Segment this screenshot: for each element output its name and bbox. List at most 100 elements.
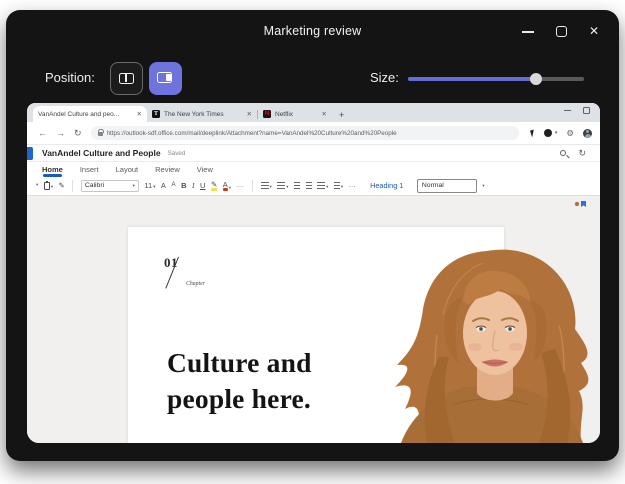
heading1-style-link[interactable]: Heading 1 (370, 181, 403, 190)
forward-icon[interactable]: → (56, 128, 65, 138)
indent-button[interactable] (305, 182, 312, 189)
saved-status: Saved (167, 149, 186, 157)
teams-popout-window: Marketing review ✕ Position: Size: VanAn… (6, 10, 619, 461)
tab-title: The New York Times (164, 110, 224, 118)
account-avatar[interactable] (583, 128, 592, 138)
line-spacing-button[interactable]: ▾ (333, 182, 343, 189)
chapter-mark: 01 Chapter (164, 255, 224, 303)
collaborator-avatar (574, 201, 580, 207)
more-paragraph-options-icon[interactable]: … (349, 182, 357, 189)
size-slider-fill (408, 77, 537, 81)
window-controls: ✕ (521, 22, 601, 40)
italic-button[interactable]: I (192, 182, 195, 190)
size-label: Size: (370, 70, 399, 85)
title-bar: Marketing review ✕ (6, 10, 619, 54)
heading-line-1: Culture and (167, 347, 312, 378)
tab-nytimes[interactable]: T The New York Times ✕ (147, 106, 257, 122)
shrink-font-icon[interactable]: A (171, 182, 175, 189)
browser-window-controls (564, 106, 590, 114)
woman-photo (395, 249, 589, 443)
heading-line-2: people here. (167, 383, 311, 414)
font-name-select[interactable]: Calibri ▾ (80, 179, 139, 192)
collaborator-presence-icon (574, 201, 586, 207)
browser-action-icons: ▾ ⚙ (528, 128, 592, 138)
word-app-icon[interactable] (27, 146, 33, 160)
chevron-down-icon[interactable]: ▾ (555, 130, 558, 136)
underline-button[interactable]: U (200, 182, 205, 190)
highlight-button[interactable]: ✎ (210, 180, 218, 191)
outdent-button[interactable] (294, 182, 301, 189)
formatting-toolbar: ▾ ▾ ✎ Calibri ▾ 11 ▾ A A B I U ✎ A ▾ … ▾ ▾ … (27, 176, 600, 196)
lock-icon (97, 129, 104, 136)
clipboard-icon (43, 181, 50, 190)
screenshot-stage: Marketing review ✕ Position: Size: VanAn… (0, 0, 625, 484)
back-icon[interactable]: ← (38, 128, 47, 138)
indent-icon (305, 182, 312, 189)
address-bar[interactable]: https://outlook-sdf.office.com/mail/deep… (90, 126, 519, 140)
doc-title[interactable]: VanAndel Culture and People (42, 148, 161, 158)
format-painter-icon[interactable]: ✎ (59, 182, 65, 190)
new-tab-button[interactable]: + (339, 110, 344, 120)
position-label: Position: (45, 70, 95, 85)
paste-button[interactable]: ▾ (43, 181, 53, 190)
bullet-list-button[interactable]: ▾ (260, 182, 272, 189)
stage-controls-row: Position: Size: (6, 54, 619, 104)
divider (252, 179, 254, 192)
bullet-list-icon (260, 182, 269, 189)
tab-layout[interactable]: Layout (116, 165, 139, 174)
ribbon-tabs: Home Insert Layout Review View (27, 162, 600, 177)
font-color-button[interactable]: A ▾ (222, 180, 231, 191)
undo-dropdown-icon[interactable]: ▾ (36, 183, 38, 188)
outdent-icon (294, 182, 301, 189)
cursor-icon[interactable] (529, 129, 536, 137)
refresh-icon[interactable]: ↻ (74, 128, 82, 138)
url-text: https://outlook-sdf.office.com/mail/deep… (106, 129, 397, 137)
netflix-favicon: N (263, 110, 271, 118)
tab-netflix[interactable]: N Netflix ✕ (258, 106, 332, 122)
align-button[interactable]: ▾ (317, 182, 328, 189)
chapter-label: Chapter (186, 281, 206, 287)
more-font-options-icon[interactable]: … (237, 182, 245, 189)
tab-close-icon[interactable]: ✕ (247, 110, 252, 118)
browser-tab-strip: VanAndel Culture and peo... ✕ T The New … (27, 103, 600, 122)
size-slider-thumb[interactable] (530, 73, 543, 85)
size-slider[interactable] (408, 73, 584, 85)
sidebar-right-icon (157, 72, 172, 83)
tab-title: VanAndel Culture and peo... (38, 110, 120, 118)
maximize-icon[interactable] (554, 24, 568, 38)
tab-review[interactable]: Review (155, 165, 180, 174)
numbered-list-button[interactable]: ▾ (277, 182, 289, 189)
profile-icon[interactable] (543, 129, 552, 137)
split-view-icon (119, 73, 134, 84)
close-icon[interactable]: ✕ (587, 24, 601, 38)
word-doc-header: VanAndel Culture and People Saved ↻ (27, 145, 600, 162)
bold-button[interactable]: B (181, 182, 186, 190)
position-sidebar-button[interactable] (149, 62, 182, 95)
grow-font-icon[interactable]: A (161, 182, 166, 190)
tab-close-icon[interactable]: ✕ (137, 110, 142, 118)
document-heading: Culture and people here. (167, 345, 312, 417)
tab-view[interactable]: View (197, 165, 213, 174)
numbered-list-icon (277, 182, 286, 189)
font-size-select[interactable]: 11 ▾ (144, 182, 155, 190)
nytimes-favicon: T (152, 110, 160, 118)
browser-maximize-icon[interactable] (582, 106, 590, 114)
position-split-button[interactable] (110, 62, 143, 95)
tab-home[interactable]: Home (42, 165, 63, 177)
gear-icon[interactable]: ⚙ (566, 129, 574, 138)
doc-header-icons: ↻ (560, 148, 586, 158)
browser-url-bar: ← → ↻ https://outlook-sdf.office.com/mai… (27, 122, 600, 145)
line-spacing-icon (333, 182, 340, 189)
undo-icon[interactable]: ↻ (578, 148, 586, 158)
presence-flag-icon (581, 201, 586, 207)
style-dropdown-icon[interactable]: ▾ (482, 183, 484, 189)
tab-close-icon[interactable]: ✕ (322, 110, 327, 118)
search-icon[interactable] (560, 150, 567, 156)
style-select[interactable]: Normal (416, 178, 477, 193)
minimize-icon[interactable] (521, 24, 535, 38)
document-canvas: 01 Chapter Culture and people here. (27, 196, 600, 443)
tab-insert[interactable]: Insert (80, 165, 99, 174)
tab-vanandel[interactable]: VanAndel Culture and peo... ✕ (33, 106, 147, 122)
browser-minimize-icon[interactable] (564, 106, 572, 114)
divider (72, 179, 74, 192)
